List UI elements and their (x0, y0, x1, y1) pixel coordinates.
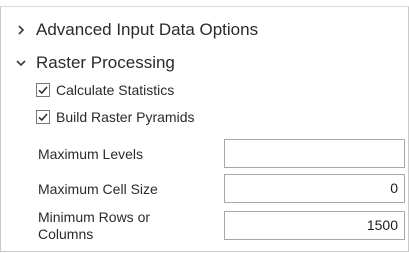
chevron-right-icon (14, 23, 28, 37)
section-header-advanced-input-data-options[interactable]: Advanced Input Data Options (14, 20, 258, 40)
calculate-statistics-label: Calculate Statistics (56, 82, 175, 98)
section-title-advanced: Advanced Input Data Options (36, 20, 259, 39)
section-header-raster-processing[interactable]: Raster Processing (14, 53, 175, 73)
section-title-raster: Raster Processing (36, 53, 175, 72)
build-raster-pyramids-label: Build Raster Pyramids (56, 109, 195, 125)
minimum-rows-or-columns-input[interactable]: 1500 (224, 211, 405, 240)
calculate-statistics-checkbox[interactable] (36, 83, 50, 97)
build-raster-pyramids-checkbox-row[interactable]: Build Raster Pyramids (36, 109, 195, 125)
build-raster-pyramids-checkbox[interactable] (36, 110, 50, 124)
maximum-cell-size-input[interactable]: 0 (224, 174, 405, 203)
minimum-rows-or-columns-label: Minimum Rows or Columns (38, 209, 151, 242)
chevron-down-icon (14, 56, 28, 70)
panel-top-edge (0, 0, 409, 7)
maximum-levels-label: Maximum Levels (38, 146, 144, 162)
calculate-statistics-checkbox-row[interactable]: Calculate Statistics (36, 82, 174, 98)
maximum-cell-size-label: Maximum Cell Size (38, 181, 158, 197)
maximum-levels-input[interactable] (224, 139, 405, 168)
